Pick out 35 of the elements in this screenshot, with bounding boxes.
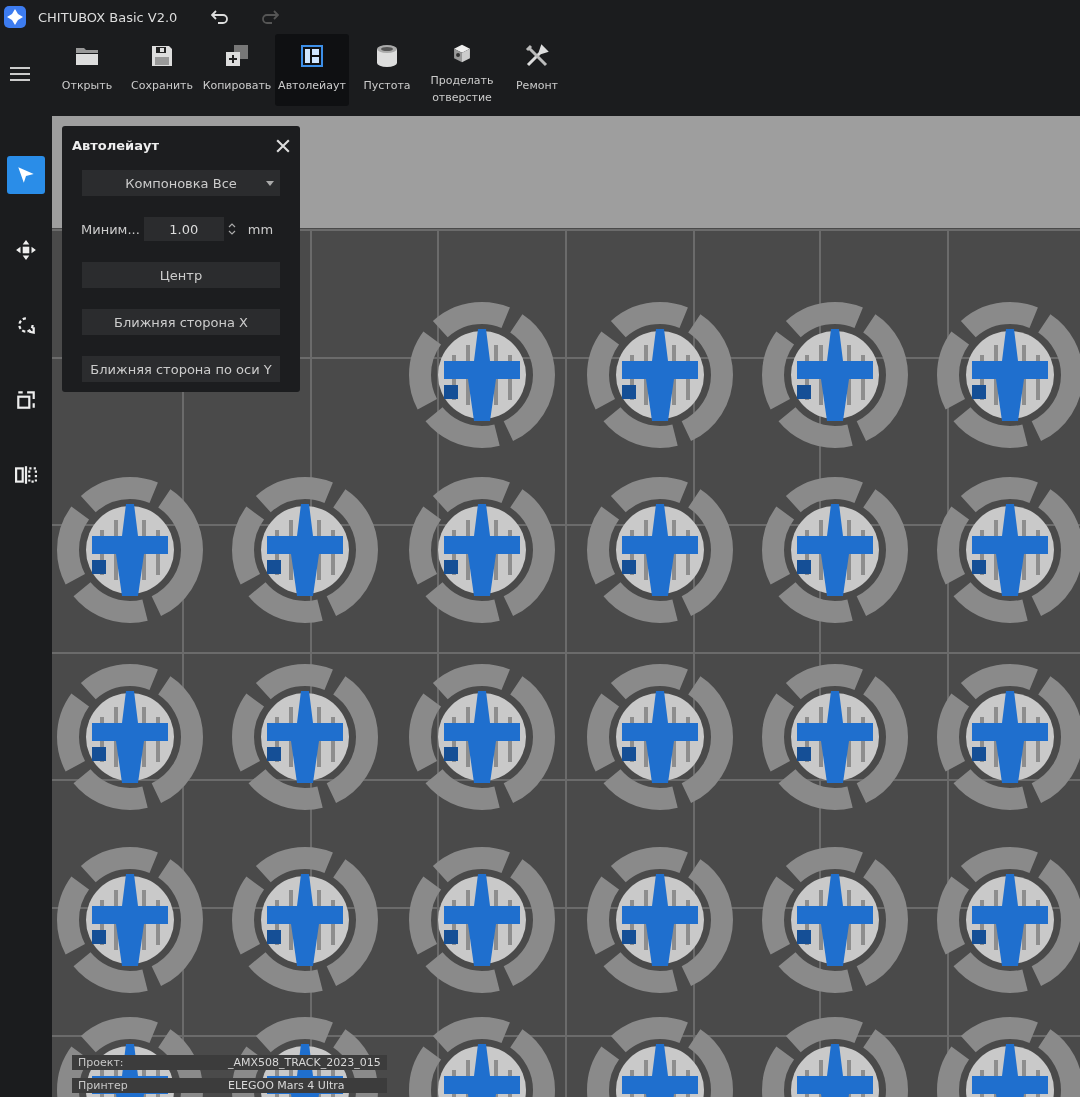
close-icon[interactable] xyxy=(276,138,290,153)
toolbar-button[interactable]: Открыть xyxy=(50,34,124,106)
undo-icon[interactable] xyxy=(211,9,230,25)
mirror-icon xyxy=(15,464,37,486)
info-value: ELEGOO Mars 4 Ultra xyxy=(228,1079,345,1092)
spacing-label: Миним... xyxy=(81,221,140,237)
layout-option-button[interactable]: Центр xyxy=(82,262,280,288)
toolbar-button[interactable]: Проделать отверстие xyxy=(425,34,499,106)
tools-icon xyxy=(525,44,549,68)
save-icon xyxy=(150,44,174,68)
layout-option-button[interactable]: Ближняя сторона по оси Y xyxy=(82,356,280,382)
caret-icon xyxy=(266,181,274,186)
window-title: CHITUBOX Basic V2.0 xyxy=(38,9,178,25)
layout-mode-dropdown[interactable]: Компоновка Все xyxy=(82,170,280,196)
copy-icon xyxy=(225,44,249,68)
info-label: Проект: xyxy=(78,1056,125,1069)
scale-icon xyxy=(15,389,37,411)
app-logo-icon xyxy=(4,6,26,28)
toolbar-button[interactable]: Копировать xyxy=(200,34,274,106)
unit-label: mm xyxy=(247,221,274,237)
rotate-icon xyxy=(15,314,37,336)
select-tool-button[interactable] xyxy=(7,156,45,194)
toolbar-button[interactable]: Ремонт xyxy=(500,34,574,106)
info-label: Принтер xyxy=(78,1079,129,1092)
menu-icon[interactable] xyxy=(10,66,30,82)
layout-option-button[interactable]: Ближняя сторона X xyxy=(82,309,280,335)
info-value: _AMX508_TRACK_2023_015 xyxy=(228,1056,381,1069)
move-arrows-icon xyxy=(15,239,37,261)
panel-title: Автолейаут xyxy=(72,138,159,153)
layout-icon xyxy=(300,44,324,68)
toolbar-button[interactable]: Пустота xyxy=(350,34,424,106)
spacing-input[interactable]: 1.00 xyxy=(143,217,224,241)
toolbar-button[interactable]: Автолейаут xyxy=(275,34,349,106)
cylinder-icon xyxy=(375,44,399,68)
toolbar-button[interactable]: Сохранить xyxy=(125,34,199,106)
